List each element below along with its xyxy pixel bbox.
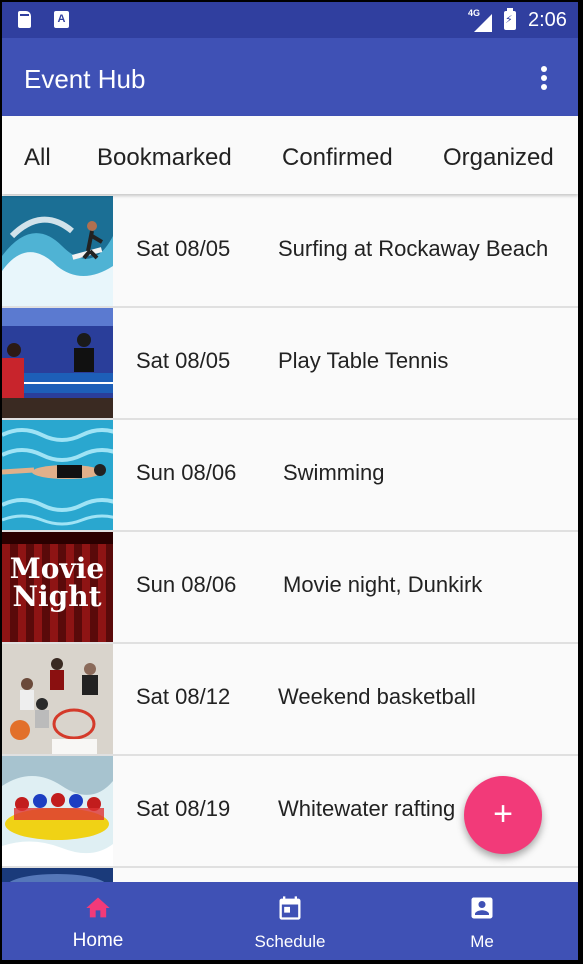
nav-me[interactable]: Me — [386, 882, 578, 960]
account-box-icon — [471, 897, 493, 919]
nav-home-label: Home — [72, 930, 124, 951]
swimming-photo — [2, 420, 113, 530]
app-bar: Event Hub — [2, 38, 578, 116]
event-name: Whitewater rafting — [278, 796, 456, 821]
app-title: Event Hub — [24, 64, 146, 94]
event-row[interactable]: Sat 08/05 Play Table Tennis — [2, 308, 578, 420]
event-row[interactable]: Sat 08/05 Surfing at Rockaway Beach — [2, 196, 578, 308]
nav-schedule-label: Schedule — [254, 932, 326, 951]
status-time: 2:06 — [528, 9, 567, 31]
more-vert-icon[interactable] — [540, 66, 548, 92]
signal-icon — [474, 14, 492, 32]
calendar-icon — [279, 896, 301, 920]
event-name: Play Table Tennis — [278, 348, 449, 373]
a-notification-icon: A — [54, 11, 69, 28]
surfing-photo — [2, 196, 113, 306]
battery-charging-icon — [504, 8, 516, 30]
tab-organized[interactable]: Organized — [443, 144, 554, 172]
nav-schedule[interactable]: Schedule — [194, 882, 386, 960]
event-date: Sat 08/19 — [136, 796, 231, 821]
event-date: Sat 08/05 — [136, 348, 231, 373]
tab-bookmarked[interactable]: Bookmarked — [97, 144, 232, 172]
bottom-navigation: Home Schedule Me — [2, 882, 578, 960]
nav-home[interactable]: Home — [2, 882, 194, 960]
event-name: Weekend basketball — [278, 684, 476, 709]
event-date: Sun 08/06 — [136, 460, 237, 485]
event-row[interactable]: Movie Night Sun 08/06 Movie night, Dunkir… — [2, 532, 578, 644]
nav-me-label: Me — [470, 932, 494, 951]
tab-confirmed[interactable]: Confirmed — [282, 144, 393, 172]
tab-bar: All Bookmarked Confirmed Organized — [2, 116, 578, 194]
app-frame: A 4G 2:06 Event Hub All Bookmarked Confi… — [2, 2, 578, 960]
status-bar: A 4G 2:06 — [2, 2, 578, 38]
event-date: Sat 08/12 — [136, 684, 231, 709]
event-row[interactable]: Sat 08/12 Weekend basketball — [2, 644, 578, 756]
table-tennis-photo — [2, 308, 113, 418]
movie-night-poster: Movie Night — [2, 532, 113, 642]
event-name: Movie night, Dunkirk — [283, 572, 483, 597]
basketball-photo — [2, 644, 113, 754]
event-date: Sun 08/06 — [136, 572, 237, 597]
event-row[interactable]: Sun 08/06 Swimming — [2, 420, 578, 532]
sd-card-icon — [18, 11, 31, 28]
tab-all[interactable]: All — [24, 144, 51, 172]
home-icon — [86, 897, 110, 918]
event-date: Sat 08/05 — [136, 236, 231, 261]
event-name: Swimming — [283, 460, 385, 485]
rafting-photo — [2, 756, 113, 866]
event-name: Surfing at Rockaway Beach — [278, 236, 549, 261]
poster-title-line1: Movie Night — [10, 552, 104, 613]
add-event-button[interactable]: + — [464, 776, 542, 854]
